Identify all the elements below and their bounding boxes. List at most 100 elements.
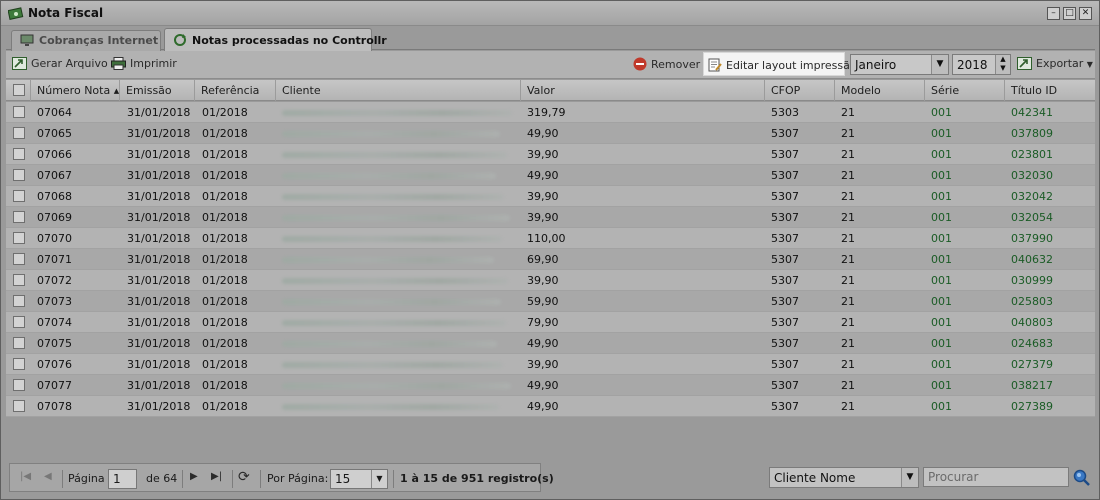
- row-checkbox[interactable]: [13, 232, 25, 244]
- table-row[interactable]: 07071 31/01/2018 01/2018 69,90 5307 21 001 0406…: [6, 249, 1095, 270]
- column-header-cfop[interactable]: CFOP: [765, 80, 835, 101]
- cell-emissao: 31/01/2018: [127, 232, 191, 245]
- print-button[interactable]: Imprimir: [111, 57, 177, 73]
- row-checkbox[interactable]: [13, 337, 25, 349]
- row-checkbox[interactable]: [13, 127, 25, 139]
- cell-cfop: 5307: [771, 358, 799, 371]
- printer-icon: [111, 57, 126, 73]
- year-spinner[interactable]: 2018 ▲ ▼: [952, 54, 1011, 75]
- table-row[interactable]: 07074 31/01/2018 01/2018 79,90 5307 21 001 0408…: [6, 312, 1095, 333]
- page-number-input[interactable]: 1: [108, 469, 137, 489]
- row-checkbox[interactable]: [13, 148, 25, 160]
- cell-referencia: 01/2018: [202, 358, 248, 371]
- row-checkbox[interactable]: [13, 358, 25, 370]
- cell-valor: 79,90: [527, 316, 559, 329]
- table-row[interactable]: 07070 31/01/2018 01/2018 110,00 5307 21 001 037…: [6, 228, 1095, 249]
- column-header-emissao[interactable]: Emissão: [120, 80, 195, 101]
- cell-serie: 001: [931, 211, 952, 224]
- cell-serie: 001: [931, 127, 952, 140]
- row-checkbox[interactable]: [13, 106, 25, 118]
- last-page-icon[interactable]: ▶|: [211, 471, 222, 482]
- cell-cfop: 5307: [771, 211, 799, 224]
- cell-serie: 001: [931, 295, 952, 308]
- row-checkbox[interactable]: [13, 274, 25, 286]
- table-row[interactable]: 07073 31/01/2018 01/2018 59,90 5307 21 001 0258…: [6, 291, 1095, 312]
- search-field-select[interactable]: Cliente Nome ▼: [769, 467, 919, 488]
- cell-cliente-redacted: [282, 362, 503, 368]
- column-header-cliente[interactable]: Cliente: [276, 80, 521, 101]
- tab-notas-processadas[interactable]: Notas processadas no Controllr: [164, 28, 387, 51]
- table-row[interactable]: 07066 31/01/2018 01/2018 39,90 5307 21 001 0238…: [6, 144, 1095, 165]
- tab-label: Cobranças Internet: [39, 34, 159, 47]
- table-row[interactable]: 07072 31/01/2018 01/2018 39,90 5307 21 001 0309…: [6, 270, 1095, 291]
- cell-modelo: 21: [841, 148, 855, 161]
- chevron-down-icon[interactable]: ▼: [371, 470, 387, 488]
- table-row[interactable]: 07064 31/01/2018 01/2018 319,79 5303 21 001 042…: [6, 102, 1095, 123]
- edit-layout-button[interactable]: Editar layout impressão: [703, 52, 857, 76]
- table-row[interactable]: 07078 31/01/2018 01/2018 49,90 5307 21 001 0273…: [6, 396, 1095, 417]
- table-row[interactable]: 07077 31/01/2018 01/2018 49,90 5307 21 001 0382…: [6, 375, 1095, 396]
- first-page-icon[interactable]: |◀: [20, 471, 31, 482]
- cell-titulo-id: 040803: [1011, 316, 1053, 329]
- previous-page-icon[interactable]: ◀: [44, 471, 52, 482]
- cell-cfop: 5307: [771, 379, 799, 392]
- cell-referencia: 01/2018: [202, 127, 248, 140]
- close-icon[interactable]: ✕: [1079, 7, 1092, 20]
- cell-cliente-redacted: [282, 152, 507, 158]
- search-input[interactable]: Procurar: [923, 467, 1069, 487]
- separator: [182, 470, 183, 488]
- cell-emissao: 31/01/2018: [127, 316, 191, 329]
- row-checkbox[interactable]: [13, 295, 25, 307]
- table-row[interactable]: 07068 31/01/2018 01/2018 39,90 5307 21 001 0320…: [6, 186, 1095, 207]
- chevron-down-icon[interactable]: ▼: [901, 468, 918, 487]
- table-row[interactable]: 07065 31/01/2018 01/2018 49,90 5307 21 001 0378…: [6, 123, 1095, 144]
- column-header-valor[interactable]: Valor: [521, 80, 765, 101]
- remove-button[interactable]: Remover: [633, 57, 700, 74]
- row-checkbox[interactable]: [13, 400, 25, 412]
- select-all-checkbox[interactable]: [13, 84, 25, 96]
- column-header-numero[interactable]: Número Nota ▲: [31, 80, 120, 101]
- cell-serie: 001: [931, 148, 952, 161]
- column-header-titulo-id[interactable]: Título ID: [1005, 80, 1095, 101]
- generate-file-button[interactable]: Gerar Arquivo: [12, 57, 108, 73]
- cell-numero: 07069: [37, 211, 72, 224]
- cell-serie: 001: [931, 190, 952, 203]
- column-header-serie[interactable]: Série: [925, 80, 1005, 101]
- cell-numero: 07076: [37, 358, 72, 371]
- cell-modelo: 21: [841, 274, 855, 287]
- table-row[interactable]: 07069 31/01/2018 01/2018 39,90 5307 21 001 0320…: [6, 207, 1095, 228]
- refresh-icon[interactable]: ⟳: [238, 469, 250, 485]
- search-icon[interactable]: [1073, 469, 1090, 489]
- table-row[interactable]: 07076 31/01/2018 01/2018 39,90 5307 21 001 0273…: [6, 354, 1095, 375]
- cell-modelo: 21: [841, 106, 855, 119]
- cell-cfop: 5307: [771, 400, 799, 413]
- separator: [393, 470, 394, 488]
- column-header-referencia[interactable]: Referência: [195, 80, 276, 101]
- row-checkbox[interactable]: [13, 190, 25, 202]
- per-page-select[interactable]: 15 ▼: [330, 469, 388, 489]
- maximize-icon[interactable]: □: [1063, 7, 1076, 20]
- next-page-icon[interactable]: ▶: [190, 471, 198, 482]
- column-header-modelo[interactable]: Modelo: [835, 80, 925, 101]
- cell-titulo-id: 042341: [1011, 106, 1053, 119]
- row-checkbox[interactable]: [13, 379, 25, 391]
- row-checkbox[interactable]: [13, 253, 25, 265]
- table-row[interactable]: 07067 31/01/2018 01/2018 49,90 5307 21 001 0320…: [6, 165, 1095, 186]
- month-select[interactable]: Janeiro ▼: [850, 54, 949, 75]
- minimize-icon[interactable]: –: [1047, 7, 1060, 20]
- row-checkbox[interactable]: [13, 169, 25, 181]
- cell-serie: 001: [931, 253, 952, 266]
- row-checkbox[interactable]: [13, 316, 25, 328]
- cell-cfop: 5307: [771, 295, 799, 308]
- monitor-icon: [20, 34, 34, 50]
- cell-modelo: 21: [841, 337, 855, 350]
- table-row[interactable]: 07075 31/01/2018 01/2018 49,90 5307 21 001 0246…: [6, 333, 1095, 354]
- cell-valor: 39,90: [527, 358, 559, 371]
- chevron-down-icon[interactable]: ▼: [931, 55, 948, 74]
- export-button[interactable]: Exportar ▼: [1017, 57, 1093, 73]
- spinner-arrows-icon[interactable]: ▲ ▼: [995, 55, 1010, 74]
- cell-modelo: 21: [841, 253, 855, 266]
- cell-numero: 07075: [37, 337, 72, 350]
- tab-cobrancas-internet[interactable]: Cobranças Internet: [11, 30, 161, 51]
- row-checkbox[interactable]: [13, 211, 25, 223]
